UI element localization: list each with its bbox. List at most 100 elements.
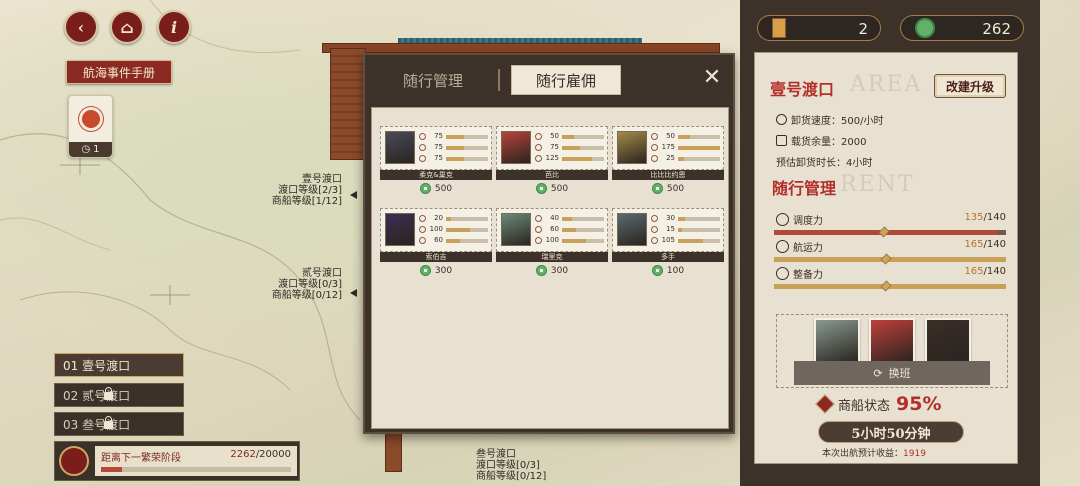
shift-button[interactable]: ⟳ 换班 bbox=[794, 361, 990, 385]
close-button[interactable]: ✕ bbox=[699, 65, 725, 91]
mercenary-stat: 25 bbox=[651, 154, 721, 164]
mercenary-grid: 75 75 75 柔克&巢克 500 50 75 125 芭比 500 50 1… bbox=[371, 107, 729, 429]
mercenary-card-body: 75 75 75 bbox=[380, 126, 492, 170]
port-list-item-3[interactable]: 03 叁号渡口 bbox=[54, 412, 184, 436]
back-button[interactable]: ‹ bbox=[64, 10, 98, 44]
coin-icon bbox=[651, 265, 663, 276]
port-list-item-2[interactable]: 02 贰号渡口 bbox=[54, 383, 184, 407]
tab-escort-management[interactable]: 随行管理 bbox=[385, 65, 481, 95]
map-port2-label[interactable]: 贰号渡口 渡口等级[0/3] 商船等级[0/12] bbox=[262, 268, 342, 301]
stat-bar bbox=[562, 239, 604, 243]
info-button[interactable]: i bbox=[157, 10, 191, 44]
unload-speed: 卸货速度：500/小时 bbox=[791, 116, 884, 127]
escort-stat-name: 航运力 bbox=[793, 243, 823, 254]
stat-bar-fill bbox=[562, 135, 574, 139]
prosperity-progress: 距离下一繁荣阶段 2262/20000 bbox=[54, 441, 300, 481]
escort-stat-value: 165/140 bbox=[964, 239, 1006, 250]
stat-icon bbox=[651, 226, 658, 233]
mercenary-card[interactable]: 20 100 60 索伯吉 300 bbox=[380, 208, 492, 278]
stat-value: 75 bbox=[434, 154, 443, 162]
crew-portrait[interactable] bbox=[869, 318, 915, 364]
voyage-event-manual-button[interactable]: 航海事件手册 bbox=[66, 60, 172, 84]
mercenary-stat: 175 bbox=[651, 143, 721, 153]
prosperity-bar bbox=[101, 467, 291, 472]
map-port3-label[interactable]: 叁号渡口 渡口等级[0/3] 商船等级[0/12] bbox=[476, 449, 556, 482]
stat-bar bbox=[678, 217, 720, 221]
mercenary-card[interactable]: 40 60 100 瑞里克 300 bbox=[496, 208, 608, 278]
stat-bar-fill bbox=[446, 135, 464, 139]
escort-stat-marker bbox=[880, 280, 892, 292]
mercenary-portrait bbox=[617, 213, 647, 246]
port1-arrow-icon bbox=[350, 191, 357, 199]
stat-bar-fill bbox=[446, 146, 464, 150]
ship-status-percent: 95% bbox=[896, 393, 942, 415]
event-card[interactable]: ◷ 1 bbox=[68, 95, 113, 158]
stat-value: 60 bbox=[434, 236, 443, 244]
voyage-timer-button[interactable]: 5小时50分钟 bbox=[818, 421, 964, 443]
stat-icon bbox=[535, 133, 542, 140]
ship-status-label: 商船状态 bbox=[838, 398, 891, 414]
clock-icon: ◷ bbox=[81, 144, 91, 155]
map-port3-level: 渡口等级[0/3] bbox=[476, 460, 540, 471]
mercenary-portrait bbox=[501, 131, 531, 164]
port-list-label: 03 叁号渡口 bbox=[63, 417, 131, 432]
mercenary-cost-value: 300 bbox=[550, 265, 569, 276]
ticket-count: 2 bbox=[858, 20, 868, 38]
port-list-item-1[interactable]: 01 壹号渡口 bbox=[54, 353, 184, 377]
mercenary-stat: 50 bbox=[535, 132, 605, 142]
cargo-left: 载货余量：2000 bbox=[791, 137, 867, 148]
mercenary-portrait bbox=[501, 213, 531, 246]
mercenary-card[interactable]: 50 175 25 比比比约恩 500 bbox=[612, 126, 724, 196]
coin-icon bbox=[651, 183, 663, 194]
mercenary-card-body: 50 175 25 bbox=[612, 126, 724, 170]
map-port2-name: 贰号渡口 bbox=[302, 268, 342, 279]
escort-stat-bar bbox=[774, 230, 1006, 235]
prosperity-current: 2262 bbox=[230, 449, 256, 460]
port-list-label: 01 壹号渡口 bbox=[63, 358, 131, 373]
ticket-icon bbox=[772, 18, 786, 38]
tab-escort-hire[interactable]: 随行雇佣 bbox=[511, 65, 621, 95]
mercenary-card[interactable]: 50 75 125 芭比 500 bbox=[496, 126, 608, 196]
escort-stat-name: 整备力 bbox=[793, 270, 823, 281]
sun-icon bbox=[82, 110, 100, 128]
stat-bar bbox=[446, 228, 488, 232]
mercenary-card[interactable]: 75 75 75 柔克&巢克 500 bbox=[380, 126, 492, 196]
escort-stat-current: 135 bbox=[964, 212, 984, 223]
escort-stat-icon bbox=[776, 267, 789, 280]
mercenary-name: 比比比约恩 bbox=[612, 170, 724, 180]
map-port2-ship-level: 商船等级[0/12] bbox=[271, 290, 342, 301]
prosperity-panel: 距离下一繁荣阶段 2262/20000 bbox=[95, 446, 297, 476]
prosperity-label: 距离下一繁荣阶段 bbox=[101, 453, 181, 464]
crew-portrait[interactable] bbox=[925, 318, 971, 364]
map-port1-label[interactable]: 壹号渡口 渡口等级[2/3] 商船等级[1/12] bbox=[262, 174, 342, 207]
shift-label: 换班 bbox=[888, 367, 911, 380]
port-title: 壹号渡口 bbox=[770, 80, 835, 99]
mercenary-cost: 500 bbox=[380, 181, 492, 196]
mercenary-cost-value: 500 bbox=[434, 183, 453, 194]
crew-portrait[interactable] bbox=[814, 318, 860, 364]
stat-bar bbox=[678, 135, 720, 139]
stat-bar bbox=[678, 146, 720, 150]
ship-status: 商船状态 95% bbox=[815, 393, 942, 415]
coin-icon bbox=[535, 183, 547, 194]
map-port2-level: 渡口等级[0/3] bbox=[278, 279, 342, 290]
prosperity-icon bbox=[59, 446, 89, 476]
escort-stat-name: 调度力 bbox=[793, 216, 823, 227]
event-card-count: 1 bbox=[93, 144, 100, 155]
prosperity-total: /20000 bbox=[255, 449, 291, 460]
stat-bar-fill bbox=[678, 146, 720, 150]
map-port3-ship-level: 商船等级[0/12] bbox=[476, 471, 547, 482]
home-button[interactable]: ⌂ bbox=[110, 10, 144, 44]
stat-bar bbox=[678, 239, 720, 243]
mercenary-card[interactable]: 30 15 105 多手 100 bbox=[612, 208, 724, 278]
mercenary-stat: 60 bbox=[535, 225, 605, 235]
ticket-resource[interactable]: 2 bbox=[757, 15, 881, 41]
stat-bar-fill bbox=[446, 239, 461, 243]
upgrade-button[interactable]: 改建升级 bbox=[934, 74, 1006, 98]
stat-bar-fill bbox=[678, 135, 690, 139]
escort-title: 随行管理 bbox=[772, 179, 837, 198]
mercenary-cost-value: 300 bbox=[434, 265, 453, 276]
stat-bar-fill bbox=[446, 228, 470, 232]
watermark-area: AREA bbox=[850, 72, 923, 97]
coin-resource[interactable]: 262 bbox=[900, 15, 1024, 41]
